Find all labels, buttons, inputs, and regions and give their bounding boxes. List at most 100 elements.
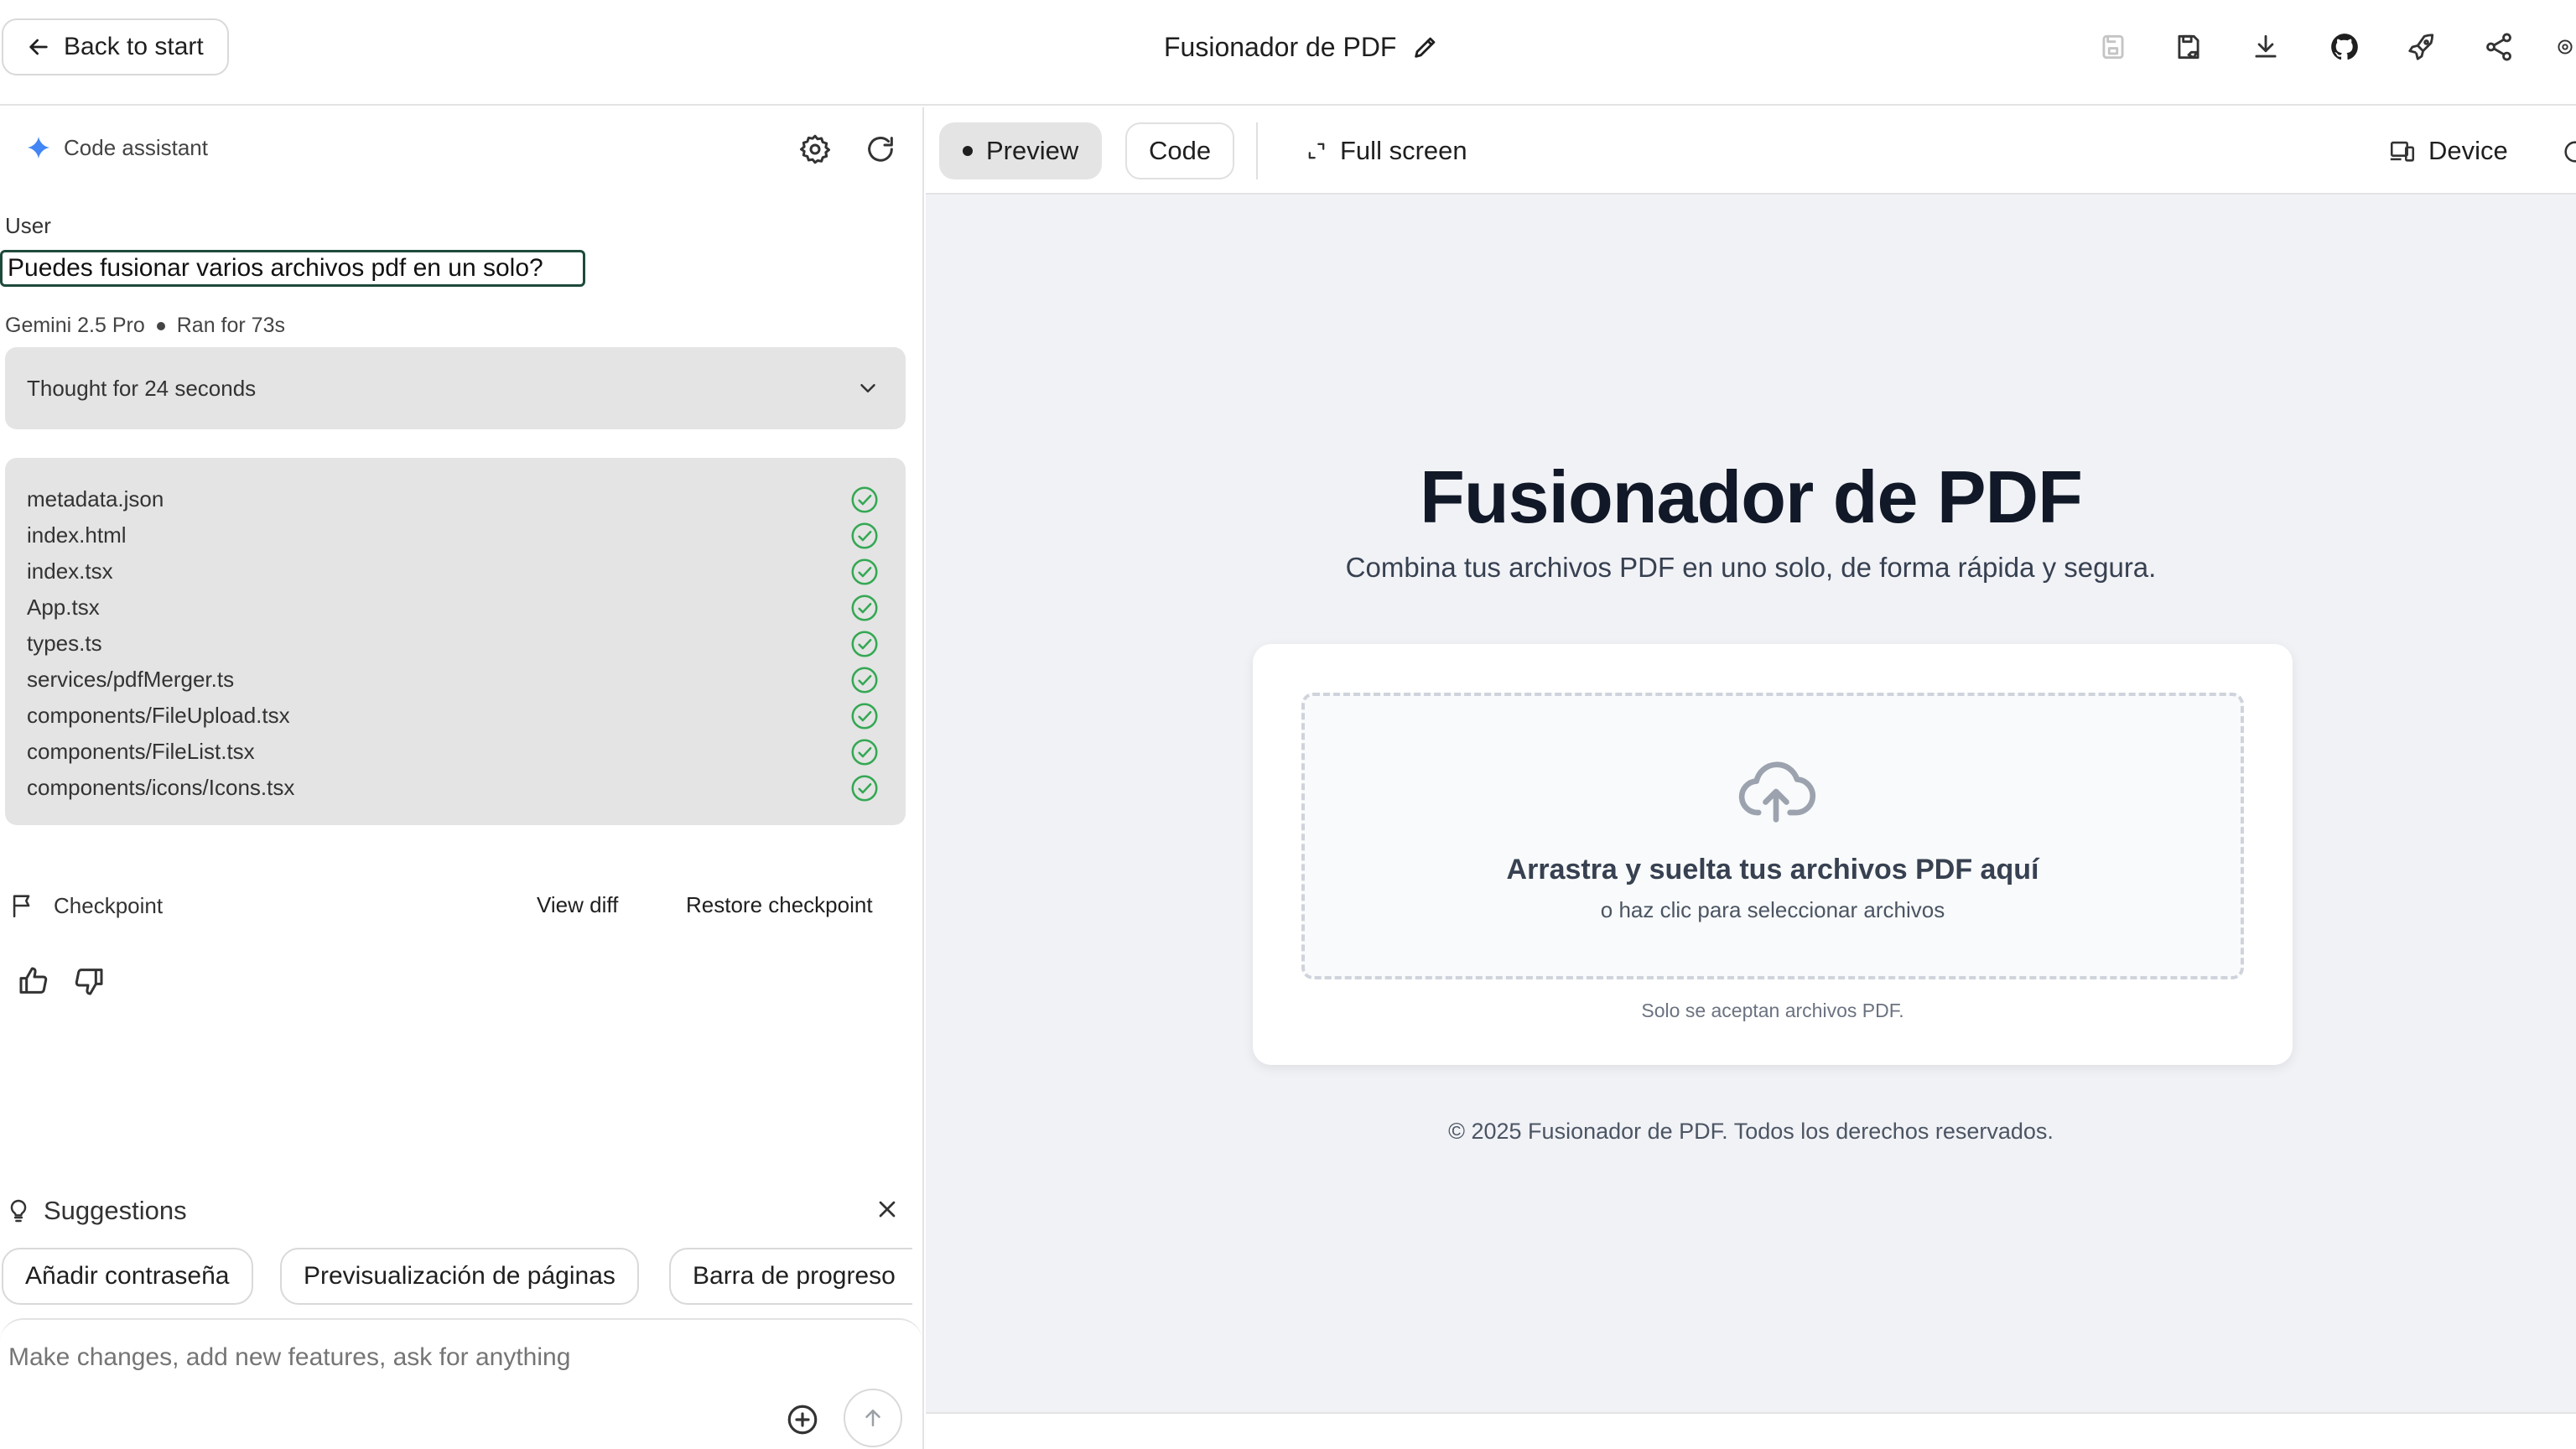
save-as-icon[interactable]: [2170, 29, 2207, 65]
model-name: Gemini 2.5 Pro: [5, 314, 145, 337]
suggestions-label: Suggestions: [44, 1196, 187, 1225]
preview-app-title: Fusionador de PDF: [1420, 455, 2083, 538]
gear-icon[interactable]: [798, 132, 832, 166]
file-name: components/FileList.tsx: [27, 739, 255, 764]
save-disabled-icon[interactable]: [2095, 29, 2132, 65]
share-icon[interactable]: [2480, 29, 2517, 65]
thumbs-down-button[interactable]: [72, 964, 109, 1001]
file-item[interactable]: components/FileList.tsx: [27, 734, 891, 770]
arrow-up-icon: [865, 1410, 880, 1426]
arrow-left-icon: [29, 39, 48, 55]
close-icon[interactable]: [874, 1196, 901, 1223]
file-name: components/FileUpload.tsx: [27, 703, 290, 728]
view-diff-button[interactable]: View diff: [537, 892, 618, 918]
file-name: services/pdfMerger.ts: [27, 667, 235, 692]
sparkle-icon: [27, 136, 50, 159]
check-circle-icon: [851, 558, 878, 585]
check-circle-icon: [851, 595, 878, 621]
prompt-input[interactable]: [8, 1343, 763, 1372]
file-name: types.ts: [27, 631, 102, 656]
pencil-icon[interactable]: [1411, 33, 1440, 61]
device-button[interactable]: Device: [2388, 122, 2508, 179]
preview-toolbar: Preview Code Full screen Device: [926, 107, 2576, 195]
check-circle-icon: [851, 739, 878, 766]
code-assistant-panel: Code assistant User Puedes fusionar vari…: [0, 107, 924, 1449]
file-item[interactable]: index.html: [27, 517, 891, 553]
file-name: index.tsx: [27, 558, 113, 584]
deploy-rocket-icon[interactable]: [2403, 29, 2440, 65]
upload-card: Arrastra y suelta tus archivos PDF aquí …: [1253, 644, 2293, 1065]
top-bar: Back to start Fusionador de PDF: [0, 0, 2576, 106]
restore-checkpoint-button[interactable]: Restore checkpoint: [686, 892, 873, 918]
check-circle-icon: [851, 667, 878, 693]
check-circle-icon: [851, 522, 878, 549]
check-circle-icon: [851, 703, 878, 730]
file-item[interactable]: components/icons/Icons.tsx: [27, 770, 891, 806]
app-window: Back to start Fusionador de PDF Code ass…: [0, 0, 2576, 1449]
full-screen-label: Full screen: [1340, 136, 1467, 165]
back-to-start-label: Back to start: [64, 33, 204, 60]
preview-panel: Preview Code Full screen Device Fusionad…: [926, 107, 2576, 1449]
devices-icon: [2390, 141, 2415, 162]
run-time: Ran for 73s: [176, 314, 285, 337]
accepted-files-note: Solo se aceptan archivos PDF.: [1641, 1000, 1904, 1021]
refresh-icon[interactable]: [864, 132, 897, 166]
file-item[interactable]: index.tsx: [27, 553, 891, 589]
file-item[interactable]: types.ts: [27, 626, 891, 662]
device-label: Device: [2428, 136, 2508, 165]
file-item[interactable]: metadata.json: [27, 481, 891, 517]
check-circle-icon: [851, 486, 878, 513]
file-name: index.html: [27, 522, 127, 548]
send-button[interactable]: [844, 1389, 902, 1447]
flag-icon: [13, 895, 30, 918]
chevron-down-icon: [860, 384, 875, 392]
tab-code[interactable]: Code: [1125, 122, 1235, 179]
settings-edge-icon[interactable]: [2554, 29, 2576, 65]
preview-app-subtitle: Combina tus archivos PDF en uno solo, de…: [1345, 552, 2157, 583]
generated-files-list: metadata.json index.html index.tsx App.t…: [5, 458, 906, 825]
lightbulb-icon: [10, 1199, 27, 1223]
file-dropzone[interactable]: Arrastra y suelta tus archivos PDF aquí …: [1301, 693, 2244, 979]
add-attachment-icon[interactable]: [785, 1402, 820, 1437]
separator-dot: [156, 321, 165, 330]
back-to-start-button[interactable]: Back to start: [2, 18, 229, 75]
file-item[interactable]: components/FileUpload.tsx: [27, 698, 891, 734]
check-circle-icon: [851, 631, 878, 657]
tab-preview[interactable]: Preview: [939, 122, 1103, 179]
user-message[interactable]: Puedes fusionar varios archivos pdf en u…: [0, 250, 585, 287]
expand-icon: [1308, 143, 1325, 159]
user-role-label: User: [5, 213, 51, 238]
active-dot: [963, 146, 973, 156]
model-meta: Gemini 2.5 Pro Ran for 73s: [5, 314, 285, 338]
suggestion-chip[interactable]: Barra de progreso: [669, 1248, 912, 1305]
tab-preview-label: Preview: [986, 136, 1079, 165]
thumbs-up-button[interactable]: [17, 964, 54, 1001]
check-circle-icon: [851, 775, 878, 802]
file-name: metadata.json: [27, 486, 164, 512]
download-icon[interactable]: [2247, 29, 2284, 65]
dropzone-title: Arrastra y suelta tus archivos PDF aquí: [1506, 854, 2039, 886]
thumbs-up-icon: [19, 967, 48, 994]
preview-footer: © 2025 Fusionador de PDF. Todos los dere…: [1448, 1119, 2054, 1144]
app-title-area: Fusionador de PDF: [1164, 25, 1440, 69]
full-screen-button[interactable]: Full screen: [1305, 122, 1467, 179]
file-name: components/icons/Icons.tsx: [27, 775, 295, 800]
app-title: Fusionador de PDF: [1164, 31, 1397, 62]
code-assistant-header: Code assistant: [25, 134, 208, 161]
thought-accordion[interactable]: Thought for 24 seconds: [5, 347, 906, 429]
suggestion-chip[interactable]: Previsualización de páginas: [280, 1248, 639, 1305]
toolbar-divider: [1256, 122, 1258, 179]
preview-bottom-bar: [926, 1412, 2576, 1449]
dropzone-subtitle: o haz clic para seleccionar archivos: [1600, 897, 1945, 922]
more-options-edge-icon[interactable]: [2561, 138, 2576, 166]
thought-label: Thought for 24 seconds: [27, 375, 257, 401]
github-icon[interactable]: [2326, 29, 2363, 65]
code-assistant-label: Code assistant: [64, 134, 208, 160]
prompt-composer: [0, 1318, 922, 1449]
suggestion-chip[interactable]: Añadir contraseña: [2, 1248, 253, 1305]
file-item[interactable]: services/pdfMerger.ts: [27, 662, 891, 698]
cloud-upload-icon: [1738, 761, 1816, 823]
checkpoint-row: Checkpoint View diff Restore checkpoint: [8, 887, 914, 924]
suggestions-header: Suggestions: [5, 1186, 911, 1236]
file-item[interactable]: App.tsx: [27, 589, 891, 626]
